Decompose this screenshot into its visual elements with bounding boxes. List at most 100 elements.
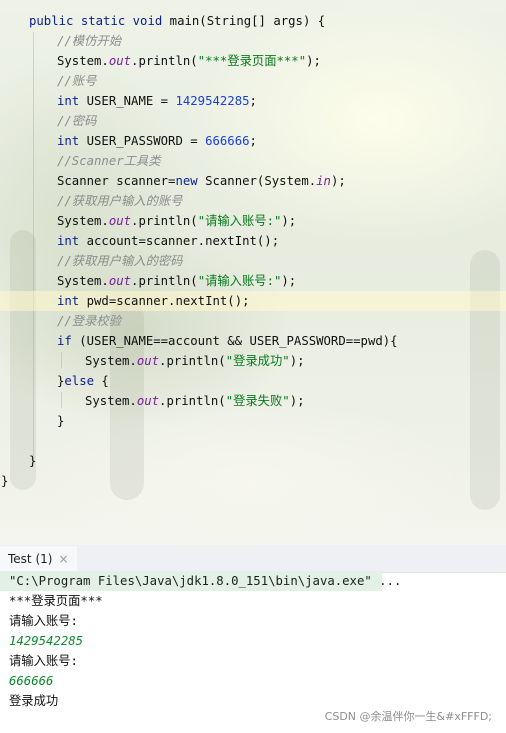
code-text: .println( <box>159 354 226 368</box>
code-text: (USER_NAME==account && USER_PASSWORD==pw… <box>71 334 398 348</box>
code-text: ; <box>249 134 257 148</box>
code-text: .println( <box>159 394 226 408</box>
code-line-comment[interactable]: //获取用户输入的密码 <box>57 251 182 271</box>
run-tab-bar: Test (1) × <box>0 545 506 573</box>
keyword: int <box>57 94 80 108</box>
console-user-input: 666666 <box>9 674 54 688</box>
keyword: void <box>132 14 163 28</box>
code-text: Scanner scanner= <box>57 174 176 188</box>
console-output-line: ***登录页面*** <box>9 594 103 608</box>
code-text: account=scanner.nextInt(); <box>79 234 280 248</box>
comment-text: //账号 <box>57 74 97 88</box>
code-line-pwd[interactable]: int pwd=scanner.nextInt(); <box>57 291 250 311</box>
code-line-comment[interactable]: //Scanner工具类 <box>57 151 161 171</box>
keyword: static <box>80 14 126 28</box>
code-line-method-signature[interactable]: public static void main(String[] args) { <box>29 11 325 31</box>
indent-guide <box>33 32 34 460</box>
code-text: Scanner(System. <box>197 174 317 188</box>
comment-text: //获取用户输入的账号 <box>57 194 183 208</box>
code-text: ; <box>249 94 257 108</box>
code-line-scanner[interactable]: Scanner scanner=new Scanner(System.in); <box>57 171 346 191</box>
code-text: System. <box>57 54 109 68</box>
static-field: in <box>316 174 331 188</box>
code-line-else[interactable]: }else { <box>57 371 109 391</box>
code-line-if[interactable]: if (USER_NAME==account && USER_PASSWORD=… <box>57 331 398 351</box>
code-line-user-name[interactable]: int USER_NAME = 1429542285; <box>57 91 257 111</box>
string-literal: "请输入账号:" <box>197 214 282 228</box>
console-output-line: 请输入账号: <box>9 614 78 628</box>
keyword: new <box>175 174 198 188</box>
code-text: ); <box>289 354 305 368</box>
run-tool-window: Test (1) × "C:\Program Files\Java\jdk1.8… <box>0 545 506 733</box>
code-line-account[interactable]: int account=scanner.nextInt(); <box>57 231 279 251</box>
code-text: .println( <box>131 214 198 228</box>
string-literal: "***登录页面***" <box>197 54 307 68</box>
code-text: System. <box>85 394 137 408</box>
code-line-print[interactable]: System.out.println("登录成功"); <box>85 351 305 371</box>
static-field: out <box>136 354 160 368</box>
run-tab-label: Test (1) <box>8 551 53 566</box>
code-line-print[interactable]: System.out.println("登录失败"); <box>85 391 305 411</box>
code-text: USER_PASSWORD = <box>79 134 206 148</box>
code-line-close-if[interactable]: } <box>57 411 64 431</box>
code-text: } <box>57 414 65 428</box>
code-line-comment[interactable]: //账号 <box>57 71 96 91</box>
code-line-user-password[interactable]: int USER_PASSWORD = 666666; <box>57 131 257 151</box>
comment-text: //获取用户输入的密码 <box>57 254 183 268</box>
comment-text: //Scanner工具类 <box>57 154 161 168</box>
keyword: int <box>57 294 80 308</box>
code-text: ); <box>281 274 297 288</box>
console-output-line: 请输入账号: <box>9 654 78 668</box>
string-literal: "请输入账号:" <box>197 274 282 288</box>
code-line-comment[interactable]: //密码 <box>57 111 96 131</box>
code-text: pwd=scanner.nextInt(); <box>79 294 250 308</box>
code-text: ); <box>281 214 297 228</box>
static-field: out <box>108 274 132 288</box>
code-line-close-class[interactable]: } <box>1 471 8 491</box>
keyword: int <box>57 234 80 248</box>
number-literal: 666666 <box>205 134 250 148</box>
code-line-comment[interactable]: //模仿开始 <box>57 31 121 51</box>
code-text: System. <box>57 214 109 228</box>
comment-text: //密码 <box>57 114 97 128</box>
code-editor[interactable]: public static void main(String[] args) {… <box>0 0 506 545</box>
code-text: ); <box>289 394 305 408</box>
console-user-input: 1429542285 <box>9 634 84 648</box>
keyword: else <box>64 374 95 388</box>
code-text: System. <box>57 274 109 288</box>
indent-guide <box>61 352 62 368</box>
code-text: ); <box>330 174 346 188</box>
code-line-close-method[interactable]: } <box>29 451 36 471</box>
static-field: out <box>108 54 132 68</box>
code-text: } <box>29 454 37 468</box>
string-literal: "登录成功" <box>225 354 290 368</box>
code-line-comment[interactable]: //获取用户输入的账号 <box>57 191 182 211</box>
code-line-print[interactable]: System.out.println("请输入账号:"); <box>57 271 296 291</box>
console-command-line[interactable]: "C:\Program Files\Java\jdk1.8.0_151\bin\… <box>0 571 401 591</box>
close-icon[interactable]: × <box>58 552 68 566</box>
code-text: main(String[] args) { <box>162 14 326 28</box>
console-output-line: 登录成功 <box>9 694 59 708</box>
comment-text: //登录校验 <box>57 314 121 328</box>
code-line-print[interactable]: System.out.println("请输入账号:"); <box>57 211 296 231</box>
keyword: int <box>57 134 80 148</box>
csdn-watermark: CSDN @余温伴你一生&#xFFFD; <box>324 710 492 723</box>
number-literal: 1429542285 <box>175 94 250 108</box>
run-tab[interactable]: Test (1) × <box>0 546 77 573</box>
keyword: public <box>29 14 74 28</box>
code-text: .println( <box>131 54 198 68</box>
code-line-comment[interactable]: //登录校验 <box>57 311 121 331</box>
code-line-print[interactable]: System.out.println("***登录页面***"); <box>57 51 321 71</box>
static-field: out <box>108 214 132 228</box>
code-text: } <box>1 474 9 488</box>
indent-guide <box>61 392 62 408</box>
code-text: .println( <box>131 274 198 288</box>
string-literal: "登录失败" <box>225 394 290 408</box>
keyword: if <box>57 334 72 348</box>
code-text: System. <box>85 354 137 368</box>
code-text: { <box>94 374 109 388</box>
code-text: ); <box>306 54 321 68</box>
code-text: USER_NAME = <box>79 94 176 108</box>
comment-text: //模仿开始 <box>57 34 121 48</box>
background-tree-trunk <box>470 250 500 510</box>
